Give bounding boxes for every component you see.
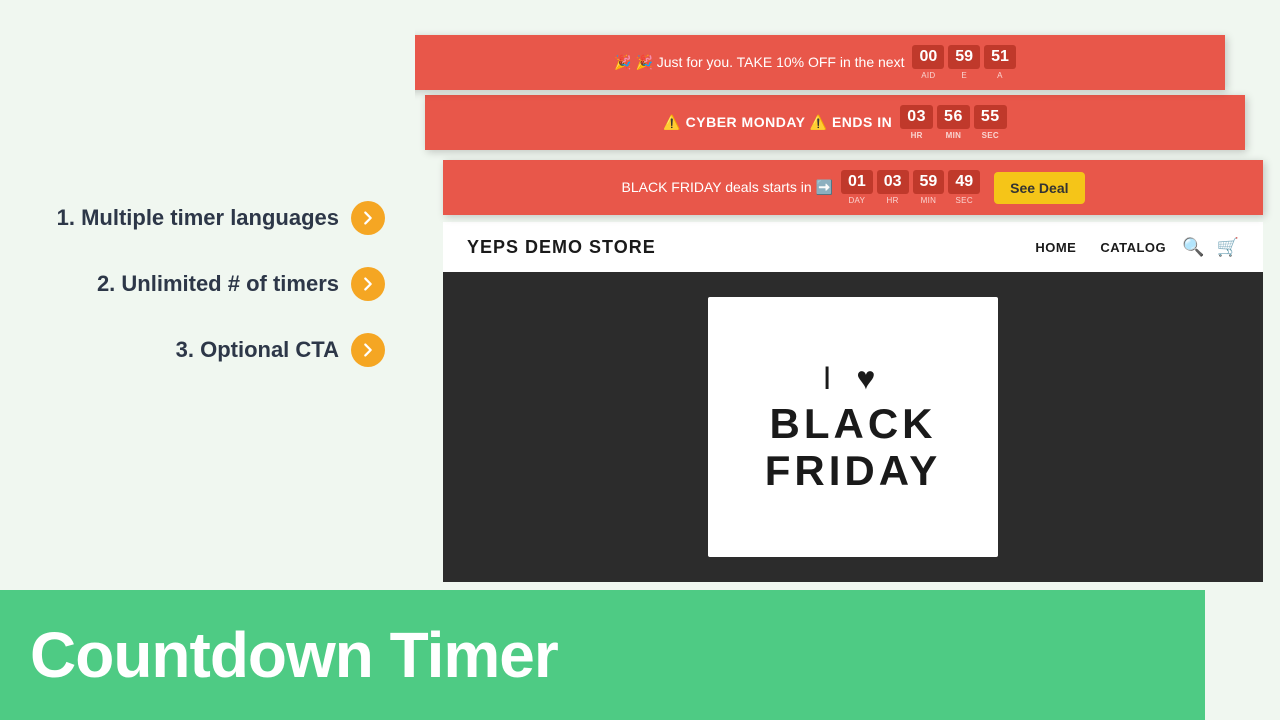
banner-2-timer: 03 HR 56 MIN 55 SEC — [900, 105, 1006, 140]
banner3-mm: 59 MIN — [913, 170, 945, 205]
arrow-right-icon — [359, 209, 377, 227]
nav-icons: 🔍 🛒 — [1182, 237, 1239, 258]
banner1-mm: 59 E — [948, 45, 980, 80]
feature-3-arrow[interactable] — [351, 333, 385, 367]
banner-3: BLACK FRIDAY deals starts in ➡️ 01 DAY 0… — [443, 160, 1263, 215]
store-logo: YEPS DEMO STORE — [467, 237, 1035, 258]
store-nav: YEPS DEMO STORE HOME CATALOG 🔍 🛒 — [443, 222, 1263, 272]
banner2-ss: 55 SEC — [974, 105, 1007, 140]
feature-2-text: 2. Unlimited # of timers — [97, 271, 339, 297]
banner-1: 🎉 🎉 Just for you. TAKE 10% OFF in the ne… — [415, 35, 1225, 90]
lightbox-sign: I ♥ BLACK FRIDAY — [708, 297, 998, 557]
feature-item-1: 1. Multiple timer languages — [30, 201, 385, 235]
cart-icon[interactable]: 🛒 — [1217, 237, 1239, 258]
banner3-hh: 03 HR — [877, 170, 909, 205]
feature-item-2: 2. Unlimited # of timers — [30, 267, 385, 301]
banner-3-timer: 01 DAY 03 HR 59 MIN 49 SEC — [841, 170, 980, 205]
feature-item-3: 3. Optional CTA — [30, 333, 385, 367]
banner-2-text: ⚠️ CYBER MONDAY ⚠️ ENDS IN — [663, 114, 892, 131]
banner1-ss: 51 A — [984, 45, 1016, 80]
lightbox-line2: BLACK — [770, 401, 937, 447]
see-deal-button[interactable]: See Deal — [994, 172, 1084, 204]
feature-1-text: 1. Multiple timer languages — [57, 205, 339, 231]
lightbox-line3: FRIDAY — [765, 448, 941, 494]
banner3-dd: 01 DAY — [841, 170, 873, 205]
banner1-hh: 00 AID — [912, 45, 944, 80]
arrow-right-icon-2 — [359, 275, 377, 293]
feature-1-arrow[interactable] — [351, 201, 385, 235]
banner-2: ⚠️ CYBER MONDAY ⚠️ ENDS IN 03 HR 56 MIN … — [425, 95, 1245, 150]
banner-1-timer: 00 AID 59 E 51 A — [912, 45, 1015, 80]
banner2-mm: 56 MIN — [937, 105, 970, 140]
feature-2-arrow[interactable] — [351, 267, 385, 301]
nav-catalog[interactable]: CATALOG — [1100, 240, 1166, 255]
arrow-right-icon-3 — [359, 341, 377, 359]
nav-home[interactable]: HOME — [1035, 240, 1076, 255]
store-hero: I ♥ BLACK FRIDAY — [443, 272, 1263, 582]
banner-1-text: 🎉 🎉 Just for you. TAKE 10% OFF in the ne… — [614, 54, 904, 71]
bottom-bar-title: Countdown Timer — [30, 618, 558, 692]
search-icon[interactable]: 🔍 — [1182, 237, 1204, 258]
banner-3-text: BLACK FRIDAY deals starts in ➡️ — [622, 179, 833, 196]
bottom-bar: Countdown Timer — [0, 590, 1205, 720]
lightbox-line1: I ♥ — [823, 360, 884, 397]
banner3-ss: 49 SEC — [948, 170, 980, 205]
nav-links: HOME CATALOG — [1035, 240, 1166, 255]
banner2-hh: 03 HR — [900, 105, 933, 140]
store-container: YEPS DEMO STORE HOME CATALOG 🔍 🛒 I ♥ BLA… — [443, 222, 1263, 582]
feature-3-text: 3. Optional CTA — [176, 337, 339, 363]
